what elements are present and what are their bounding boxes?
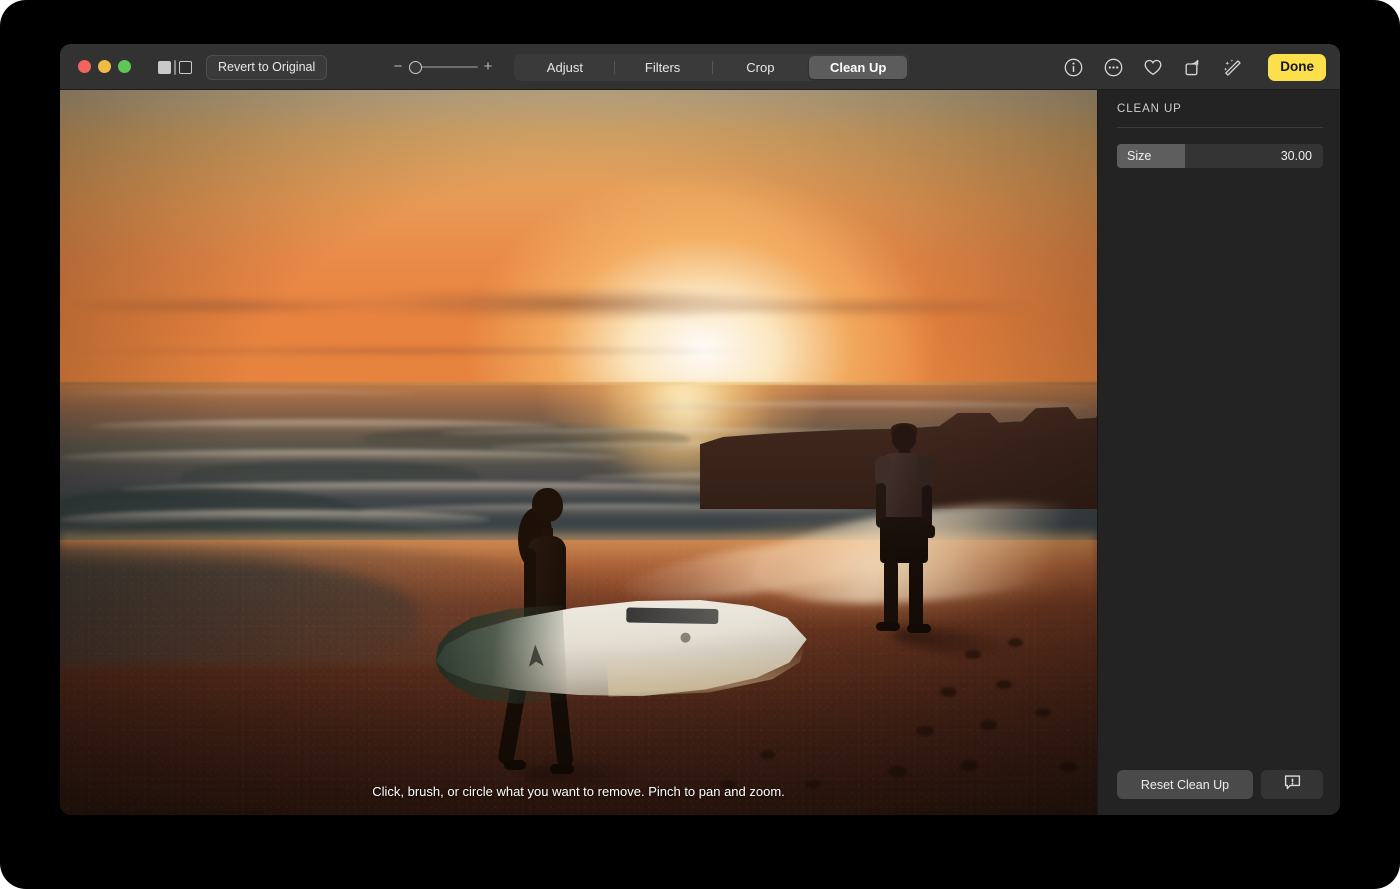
revert-to-original-button[interactable]: Revert to Original bbox=[206, 55, 328, 80]
panel-footer: Reset Clean Up bbox=[1117, 770, 1323, 799]
feedback-button[interactable] bbox=[1261, 770, 1323, 799]
tab-crop[interactable]: Crop bbox=[711, 56, 810, 79]
photo-canvas[interactable]: Click, brush, or circle what you want to… bbox=[60, 90, 1097, 815]
filled-square-icon bbox=[158, 60, 171, 74]
info-icon[interactable] bbox=[1062, 56, 1084, 78]
sunset-beach-photo[interactable] bbox=[60, 90, 1097, 815]
zoom-slider-track[interactable] bbox=[414, 66, 478, 68]
maximize-window-button[interactable] bbox=[118, 60, 131, 73]
edit-mode-segmented-control[interactable]: Adjust Filters Crop Clean Up bbox=[514, 54, 909, 81]
minimize-window-button[interactable] bbox=[98, 60, 111, 73]
photo-vignette bbox=[60, 90, 1097, 815]
done-button[interactable]: Done bbox=[1268, 53, 1326, 81]
feedback-bubble-icon bbox=[1283, 773, 1302, 797]
cleanup-side-panel: CLEAN UP Size 30.00 Reset Clean Up bbox=[1097, 90, 1340, 815]
size-slider-label: Size bbox=[1127, 149, 1152, 163]
compare-before-after-toggle[interactable] bbox=[158, 56, 196, 78]
outlined-square-icon bbox=[179, 60, 192, 74]
zoom-slider-knob[interactable] bbox=[409, 61, 422, 74]
size-slider[interactable]: Size 30.00 bbox=[1117, 144, 1323, 168]
photos-editor-window: Revert to Original − + Adjust Filters Cr… bbox=[60, 44, 1340, 815]
panel-divider bbox=[1117, 127, 1323, 128]
close-window-button[interactable] bbox=[78, 60, 91, 73]
window-toolbar: Revert to Original − + Adjust Filters Cr… bbox=[60, 44, 1340, 90]
reset-clean-up-button[interactable]: Reset Clean Up bbox=[1117, 770, 1253, 799]
panel-title: CLEAN UP bbox=[1117, 103, 1182, 115]
zoom-out-icon[interactable]: − bbox=[392, 56, 404, 78]
divider-icon bbox=[174, 59, 176, 75]
more-options-icon[interactable] bbox=[1102, 56, 1124, 78]
tab-clean-up[interactable]: Clean Up bbox=[809, 56, 907, 79]
zoom-in-icon[interactable]: + bbox=[482, 56, 494, 78]
toolbar-actions: Done bbox=[1062, 53, 1326, 81]
rotate-icon[interactable] bbox=[1182, 56, 1204, 78]
magic-wand-icon[interactable] bbox=[1222, 56, 1244, 78]
size-slider-value: 30.00 bbox=[1280, 149, 1312, 163]
zoom-slider[interactable]: − + bbox=[336, 56, 496, 78]
tab-adjust[interactable]: Adjust bbox=[516, 56, 614, 79]
favorite-heart-icon[interactable] bbox=[1142, 56, 1164, 78]
cleanup-instruction-caption: Click, brush, or circle what you want to… bbox=[372, 784, 785, 799]
tab-filters[interactable]: Filters bbox=[613, 56, 712, 79]
